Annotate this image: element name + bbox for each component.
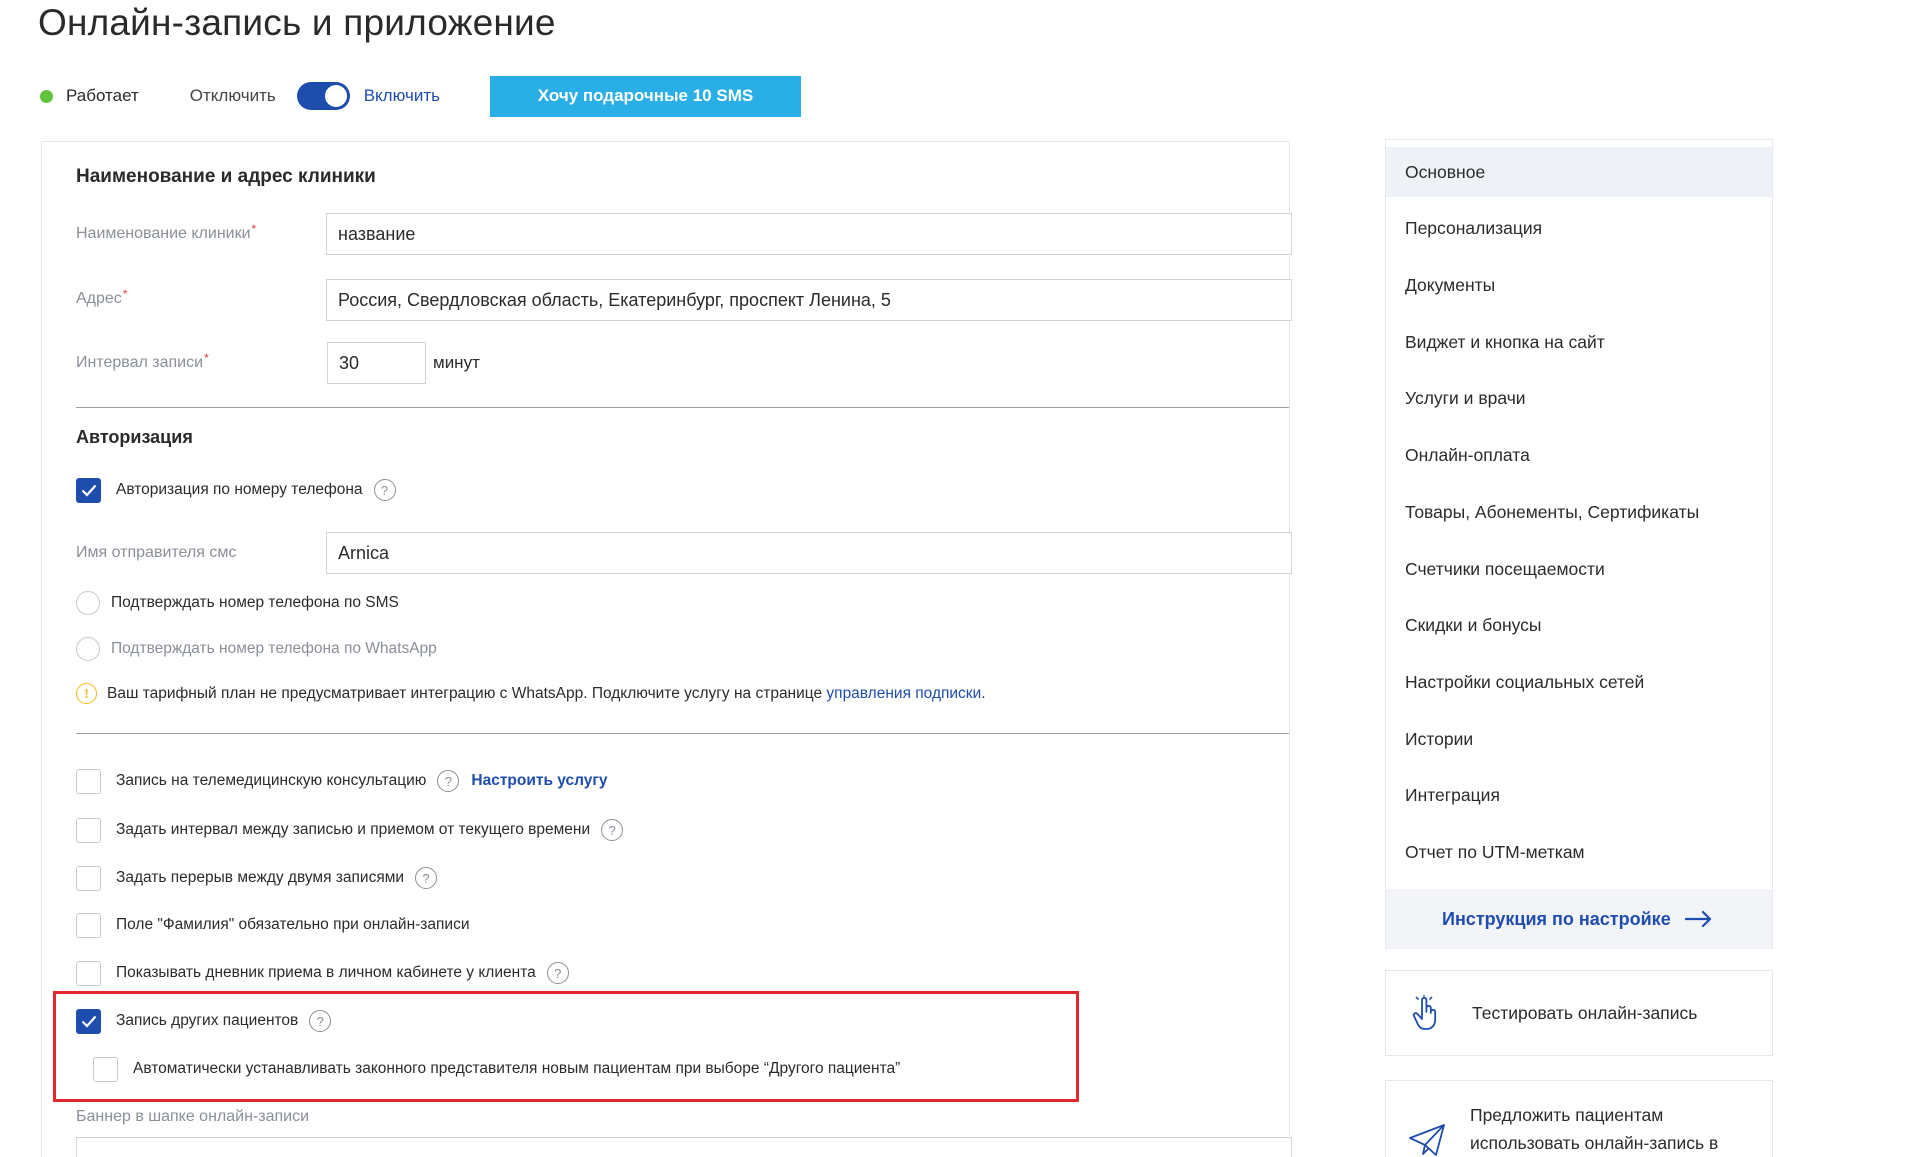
legal-rep-label: Автоматически устанавливать законного пр… <box>133 1060 901 1077</box>
sidebar-item-personalization[interactable]: Персонализация <box>1386 203 1772 253</box>
warning-icon: ! <box>76 683 97 704</box>
test-booking-card[interactable]: Тестировать онлайн-запись <box>1385 970 1773 1056</box>
address-label: Адрес* <box>76 287 128 307</box>
check-icon <box>81 484 96 497</box>
divider <box>76 407 1289 408</box>
toggle-knob <box>324 85 347 107</box>
sidebar-item-utm[interactable]: Отчет по UTM-меткам <box>1386 827 1772 877</box>
test-booking-label: Тестировать онлайн-запись <box>1472 1002 1698 1023</box>
toggle-off-label[interactable]: Отключить <box>190 86 276 106</box>
sms-promo-label: Предложить пациентам использовать онлайн… <box>1470 1105 1719 1153</box>
other-patients-checkbox[interactable] <box>76 1008 101 1034</box>
whatsapp-warning: ! Ваш тарифный план не предусматривает и… <box>76 683 986 704</box>
paper-plane-icon <box>1408 1123 1446 1157</box>
other-patients-row: Запись других пациентов ? <box>76 1007 332 1035</box>
phone-auth-row: Авторизация по номеру телефона ? <box>76 476 396 504</box>
sidebar-item-services[interactable]: Услуги и врачи <box>1386 373 1772 423</box>
subscription-link[interactable]: управления подписки <box>826 685 981 702</box>
diary-option-checkbox[interactable] <box>76 960 101 986</box>
help-icon[interactable]: ? <box>373 479 396 501</box>
surname-option-row: Поле "Фамилия" обязательно при онлайн-за… <box>76 911 469 939</box>
arrow-right-icon <box>1684 910 1713 928</box>
confirm-sms-row: Подтверждать номер телефона по SMS <box>76 589 399 617</box>
telemed-checkbox[interactable] <box>76 768 101 794</box>
status-indicator <box>40 89 53 103</box>
divider <box>76 733 1289 734</box>
confirm-whatsapp-radio[interactable] <box>76 637 100 661</box>
sidebar-item-documents[interactable]: Документы <box>1386 260 1772 310</box>
clinic-name-label: Наименование клиники* <box>76 222 257 242</box>
surname-option-label: Поле "Фамилия" обязательно при онлайн-за… <box>116 916 470 933</box>
settings-sidebar: Основное Персонализация Документы Виджет… <box>1385 139 1773 949</box>
help-icon[interactable]: ? <box>546 962 569 984</box>
setup-guide-link[interactable]: Инструкция по настройке <box>1386 889 1772 949</box>
interval-option-row: Задать интервал между записью и приемом … <box>76 816 624 844</box>
banner-upload-area[interactable] <box>76 1137 1292 1157</box>
banner-label: Баннер в шапке онлайн-записи <box>76 1108 310 1125</box>
sidebar-item-payment[interactable]: Онлайн-оплата <box>1386 430 1772 480</box>
toggle-on-label[interactable]: Включить <box>364 86 440 106</box>
interval-unit: минут <box>433 353 480 372</box>
interval-option-checkbox[interactable] <box>76 817 101 843</box>
sender-label: Имя отправителя смс <box>76 544 237 561</box>
legal-rep-checkbox[interactable] <box>93 1056 118 1082</box>
sidebar-item-integration[interactable]: Интеграция <box>1386 770 1772 820</box>
sender-input[interactable]: Arnica <box>326 532 1292 574</box>
page-title: Онлайн-запись и приложение <box>38 2 556 43</box>
status-bar: Работает Отключить Включить Хочу подароч… <box>40 75 801 117</box>
sidebar-item-stories[interactable]: Истории <box>1386 714 1772 764</box>
status-label: Работает <box>66 86 139 105</box>
interval-option-label: Задать интервал между записью и приемом … <box>116 821 591 838</box>
settings-card: Наименование и адрес клиники Наименовани… <box>41 141 1292 1157</box>
warning-text: Ваш тарифный план не предусматривает инт… <box>107 684 986 702</box>
online-booking-toggle[interactable] <box>296 82 350 110</box>
confirm-sms-radio[interactable] <box>76 591 100 615</box>
check-icon <box>81 1015 96 1028</box>
legal-rep-row: Автоматически устанавливать законного пр… <box>93 1055 900 1083</box>
help-icon[interactable]: ? <box>601 819 624 841</box>
address-input[interactable]: Россия, Свердловская область, Екатеринбу… <box>326 279 1292 321</box>
confirm-whatsapp-row: Подтверждать номер телефона по WhatsApp <box>76 635 437 663</box>
help-icon[interactable]: ? <box>309 1010 332 1032</box>
telemed-row: Запись на телемедицинскую консультацию ?… <box>76 767 608 795</box>
help-icon[interactable]: ? <box>415 867 438 889</box>
clinic-name-input[interactable]: название <box>326 213 1292 255</box>
auth-section-title: Авторизация <box>76 427 193 447</box>
sidebar-item-goods[interactable]: Товары, Абонементы, Сертификаты <box>1386 487 1772 537</box>
tap-hand-icon <box>1410 995 1442 1031</box>
interval-label: Интервал записи* <box>76 351 209 371</box>
setup-guide-label: Инструкция по настройке <box>1442 908 1671 929</box>
sidebar-item-discounts[interactable]: Скидки и бонусы <box>1386 600 1772 650</box>
other-patients-label: Запись других пациентов <box>116 1012 299 1029</box>
clinic-section-title: Наименование и адрес клиники <box>76 166 376 187</box>
interval-input[interactable]: 30 <box>327 342 426 384</box>
phone-auth-label: Авторизация по номеру телефона <box>116 481 363 498</box>
diary-option-row: Показывать дневник приема в личном кабин… <box>76 959 569 987</box>
confirm-whatsapp-label: Подтверждать номер телефона по WhatsApp <box>111 640 437 657</box>
sidebar-item-counters[interactable]: Счетчики посещаемости <box>1386 544 1772 594</box>
diary-option-label: Показывать дневник приема в личном кабин… <box>116 964 536 981</box>
configure-service-link[interactable]: Настроить услугу <box>471 772 607 790</box>
phone-auth-checkbox[interactable] <box>76 477 101 503</box>
break-option-row: Задать перерыв между двумя записями ? <box>76 864 438 892</box>
help-icon[interactable]: ? <box>437 770 460 792</box>
sms-promo-card[interactable]: Предложить пациентам использовать онлайн… <box>1385 1080 1773 1157</box>
gift-sms-button[interactable]: Хочу подарочные 10 SMS <box>489 75 801 117</box>
break-option-label: Задать перерыв между двумя записями <box>116 869 405 886</box>
telemed-label: Запись на телемедицинскую консультацию <box>116 772 427 789</box>
confirm-sms-label: Подтверждать номер телефона по SMS <box>111 594 399 611</box>
sidebar-item-social[interactable]: Настройки социальных сетей <box>1386 657 1772 707</box>
sidebar-item-widget[interactable]: Виджет и кнопка на сайт <box>1386 317 1772 367</box>
surname-option-checkbox[interactable] <box>76 912 101 938</box>
break-option-checkbox[interactable] <box>76 865 101 891</box>
sidebar-item-main[interactable]: Основное <box>1386 147 1772 197</box>
